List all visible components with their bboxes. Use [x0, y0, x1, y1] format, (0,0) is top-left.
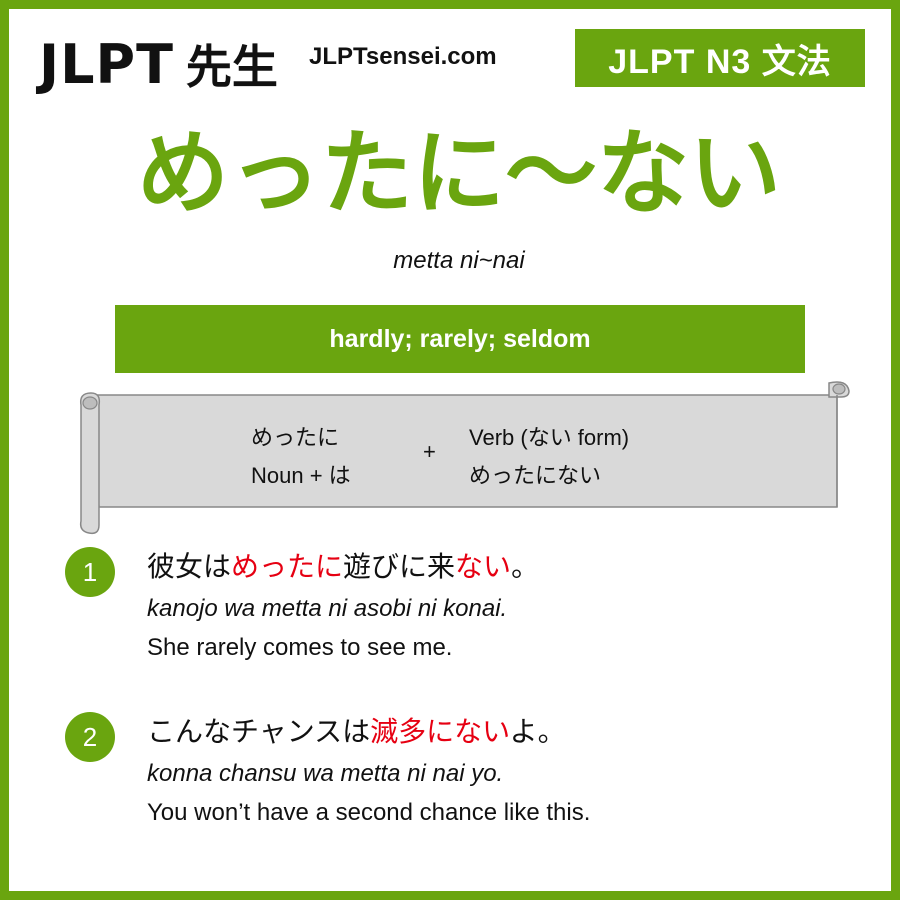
site-url[interactable]: JLPTsensei.com [309, 43, 497, 71]
example-jp-part: こんなチャンスは [147, 715, 371, 748]
example-jp-part: 遊びに来 [343, 550, 456, 583]
example-english: You won’t have a second chance like this… [147, 799, 591, 826]
formation-scroll: めったに Noun + は + Verb (ない form) めったにない [75, 375, 855, 535]
grammar-title: めったに〜ない [136, 120, 781, 227]
example-jp-part: 。 [511, 550, 540, 583]
example-number-badge: 2 [65, 712, 115, 762]
example-jp-part: よ。 [509, 715, 566, 748]
scroll-shape [79, 381, 850, 535]
jlpt-sensei-logo[interactable]: JLPT 先生 [39, 29, 278, 99]
logo-kanji: 先生 [185, 40, 278, 94]
example-romaji: konna chansu wa metta ni nai yo. [147, 760, 504, 787]
example-jp-highlight: ない [455, 550, 512, 583]
level-badge: JLPT N3 文法 [575, 29, 865, 87]
formula-right-line2: めったにない [469, 463, 602, 488]
formula-right-line1: Verb (ない form) [469, 425, 630, 450]
example-jp-highlight: 滅多にない [370, 715, 510, 748]
example-romaji: kanojo wa metta ni asobi ni konai. [147, 595, 508, 622]
example-number-badge: 1 [65, 547, 115, 597]
formula-right: Verb (ない form) めったにない [469, 419, 629, 495]
formula-left-line1: めったに [251, 425, 340, 450]
example-english: She rarely comes to see me. [147, 634, 453, 661]
meaning-bar: hardly; rarely; seldom [115, 305, 805, 373]
logo-text: JLPT [39, 32, 174, 96]
meaning-text: hardly; rarely; seldom [329, 324, 591, 353]
page-frame: JLPT 先生 JLPTsensei.com JLPT N3 文法 めったに〜な… [0, 0, 900, 900]
formula-plus: + [423, 439, 436, 464]
grammar-romaji: metta ni~nai [393, 247, 525, 274]
formula-left: めったに Noun + は [251, 419, 351, 495]
example-japanese: こんなチャンスは滅多にないよ。 [147, 710, 566, 750]
example-jp-part: 彼女は [147, 550, 232, 583]
example-japanese: 彼女はめったに遊びに来ない。 [147, 545, 539, 585]
example-jp-highlight: めったに [231, 550, 344, 583]
formula-left-line2: Noun + は [251, 463, 351, 488]
